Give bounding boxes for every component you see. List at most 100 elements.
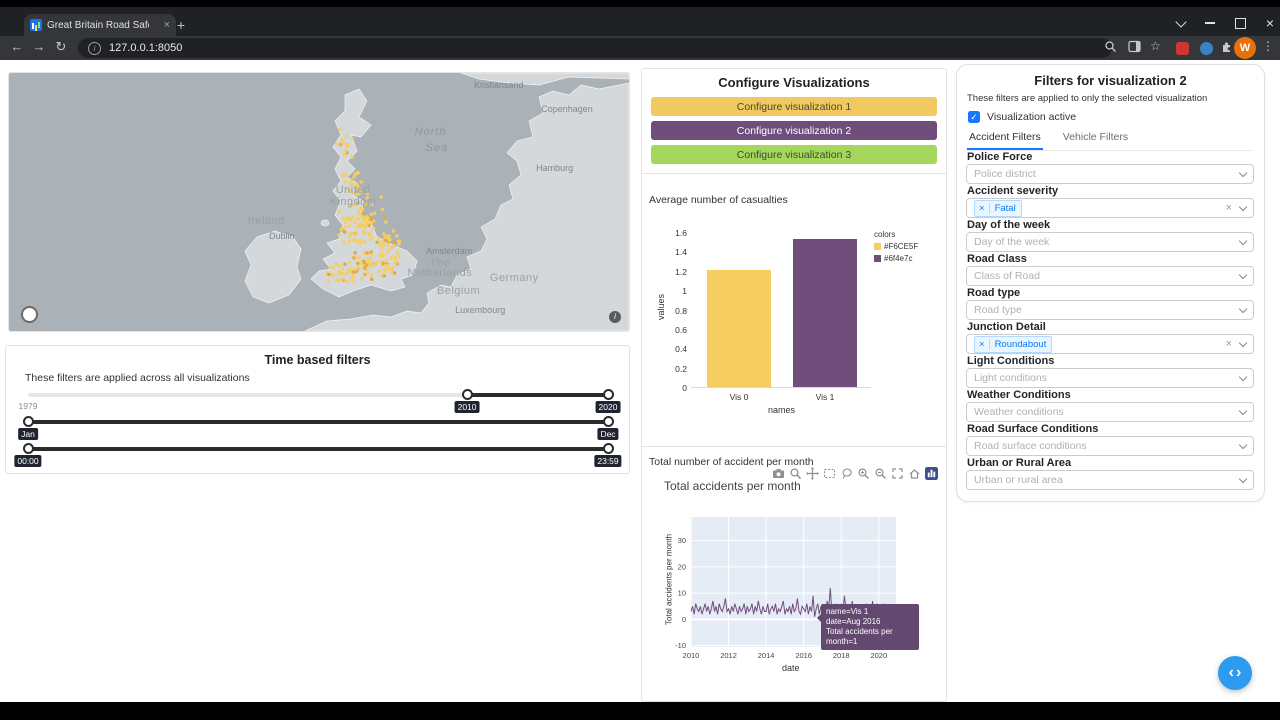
autoscale-icon[interactable] [891,467,904,480]
legend-swatch-1 [874,255,881,262]
month-handle-end[interactable] [602,416,614,427]
chevron-down-icon[interactable] [1238,202,1248,212]
year-handle-end[interactable] [602,389,614,400]
time-handle-end[interactable] [602,443,614,454]
chevron-down-icon[interactable] [1238,338,1248,348]
profile-avatar[interactable]: W [1234,37,1256,59]
road-type-dropdown[interactable]: Road type [966,300,1254,320]
chevron-down-icon[interactable] [1238,168,1248,178]
junction-detail-dropdown[interactable]: × Roundabout × [966,334,1254,354]
address-bar[interactable]: i 127.0.0.1:8050 [78,38,1112,58]
box-select-icon[interactable] [823,467,836,480]
filters-title: Filters for visualization 2 [1034,73,1187,88]
filter-label-junction-detail: Junction Detail [967,321,1046,333]
new-tab-button[interactable]: + [172,16,190,34]
urban-or-rural-area-dropdown[interactable]: Urban or rural area [966,470,1254,490]
zoom-in-icon[interactable] [857,467,870,480]
chevron-down-icon[interactable] [1238,474,1248,484]
map-control-button[interactable] [21,306,38,323]
browser-menu-icon[interactable]: ⋮ [1262,39,1274,53]
bar-chart-section: Average number of casualties values 0 0.2… [642,173,946,447]
remove-tag-icon[interactable]: × [975,202,990,214]
remove-tag-icon[interactable]: × [975,338,990,350]
accident-map[interactable]: Kristiansand Copenhagen North Sea Hamburg Uni… [8,72,630,332]
bar-category-0: Vis 0 [729,392,749,402]
next-arrow-icon[interactable]: › [1236,664,1241,682]
filter-label-weather-conditions: Weather Conditions [967,389,1071,401]
tab-accident-filters[interactable]: Accident Filters [967,129,1043,150]
back-icon[interactable]: ← [8,39,26,54]
extension-red-icon[interactable] [1176,42,1189,55]
chevron-down-icon[interactable] [1238,406,1248,416]
road-class-dropdown[interactable]: Class of Road [966,266,1254,286]
configure-vis-1-button[interactable]: Configure visualization 1 [651,97,937,116]
time-range-slider[interactable]: 00:00 23:59 [14,443,622,467]
tooltip-line: name=Vis 1 [826,607,869,616]
refresh-icon[interactable]: ↻ [52,39,70,55]
slider-track[interactable] [467,393,608,397]
search-icon[interactable] [1104,40,1117,56]
browser-tab[interactable]: Great Britain Road Safety Data D × [24,14,176,36]
tab-vehicle-filters[interactable]: Vehicle Filters [1061,129,1130,150]
pan-icon[interactable] [806,467,819,480]
bar-legend: colors #F6CE5F #6f4e7c [874,230,918,263]
filter-label-day-of-the-week: Day of the week [967,219,1051,231]
light-conditions-dropdown[interactable]: Light conditions [966,368,1254,388]
window-maximize-icon[interactable] [1234,17,1246,29]
map-attribution-icon[interactable]: i [609,311,621,323]
selected-tag-fatal: × Fatal [974,199,1022,217]
dropdown-placeholder: Weather conditions [974,406,1064,418]
carousel-nav-fab[interactable]: ‹ › [1218,656,1252,690]
svg-text:30: 30 [678,536,686,545]
svg-text:2012: 2012 [720,651,737,660]
map-canvas[interactable] [9,73,629,331]
chevron-down-icon[interactable] [1238,236,1248,246]
legend-title: colors [874,230,896,239]
dropdown-placeholder: Road surface conditions [974,440,1087,452]
bar-ytick: 0.8 [675,305,687,316]
month-range-slider[interactable]: Jan Dec [18,416,619,440]
extensions-puzzle-icon[interactable] [1220,40,1233,56]
accident-severity-dropdown[interactable]: × Fatal × [966,198,1254,218]
chevron-down-icon[interactable] [1238,270,1248,280]
weather-conditions-dropdown[interactable]: Weather conditions [966,402,1254,422]
configure-vis-2-button[interactable]: Configure visualization 2 [651,121,937,140]
tab-search-icon[interactable] [1175,15,1187,28]
month-handle-start[interactable] [22,416,34,427]
line-plot[interactable]: -10 0 10 20 30 2010 2012 2014 2016 2018 2020 [659,511,919,681]
lasso-icon[interactable] [840,467,853,480]
year-handle-start[interactable] [461,389,473,400]
time-filters-title: Time based filters [264,353,371,367]
forward-icon[interactable]: → [30,39,48,54]
prev-arrow-icon[interactable]: ‹ [1229,664,1234,682]
year-range-slider[interactable]: 1979 2010 2020 [19,389,621,413]
window-minimize-icon[interactable] [1204,22,1215,24]
clear-dropdown-icon[interactable]: × [1226,202,1232,214]
chevron-down-icon[interactable] [1238,372,1248,382]
zoom-out-icon[interactable] [874,467,887,480]
window-frame [0,0,1280,7]
clear-dropdown-icon[interactable]: × [1226,338,1232,350]
site-info-icon[interactable]: i [88,41,101,55]
svg-text:2014: 2014 [758,651,775,660]
time-handle-start[interactable] [22,443,34,454]
day-of-the-week-dropdown[interactable]: Day of the week [966,232,1254,252]
visualization-active-checkbox[interactable]: ✓ [968,111,980,123]
line-chart-title: Total accidents per month [664,479,801,493]
plotly-logo-icon[interactable] [925,467,938,480]
tab-close-icon[interactable]: × [164,19,170,31]
window-close-icon[interactable]: × [1266,16,1274,30]
bar-ytick: 1.4 [675,247,687,258]
chevron-down-icon[interactable] [1238,304,1248,314]
road-surface-conditions-dropdown[interactable]: Road surface conditions [966,436,1254,456]
extension-blue-icon[interactable] [1200,42,1213,55]
tag-label: Fatal [994,202,1016,214]
reset-axes-icon[interactable] [908,467,921,480]
chevron-down-icon[interactable] [1238,440,1248,450]
slider-track[interactable] [28,420,608,424]
configure-vis-3-button[interactable]: Configure visualization 3 [651,145,937,164]
police-force-dropdown[interactable]: Police district [966,164,1254,184]
slider-track[interactable] [28,447,608,451]
bookmark-star-icon[interactable]: ☆ [1150,39,1161,53]
side-panel-icon[interactable] [1128,40,1141,56]
